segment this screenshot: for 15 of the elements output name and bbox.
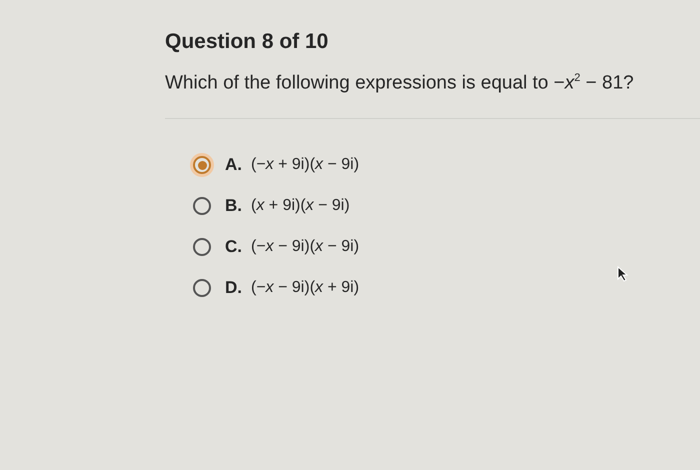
question-title: Question 8 of 10	[165, 30, 330, 54]
radio-button[interactable]	[193, 279, 211, 298]
radio-button[interactable]	[193, 238, 211, 256]
option-expression: (x + 9i)(x − 9i)	[251, 197, 350, 216]
mouse-pointer-icon	[617, 266, 629, 282]
radio-button[interactable]	[193, 156, 211, 174]
option-letter: A.	[225, 155, 243, 176]
question-text: Which of the following expressions is equal to −x$^{2}$ − 81?	[165, 72, 635, 94]
option-letter: C.	[225, 237, 243, 258]
option-letter: D.	[225, 278, 243, 298]
radio-button[interactable]	[193, 197, 211, 216]
option-expression: (−x + 9i)(x − 9i)	[251, 156, 360, 174]
option-expression: (−x − 9i)(x − 9i)	[251, 238, 360, 256]
option-expression: (−x − 9i)(x + 9i)	[251, 279, 360, 298]
option-letter: B.	[225, 196, 243, 216]
